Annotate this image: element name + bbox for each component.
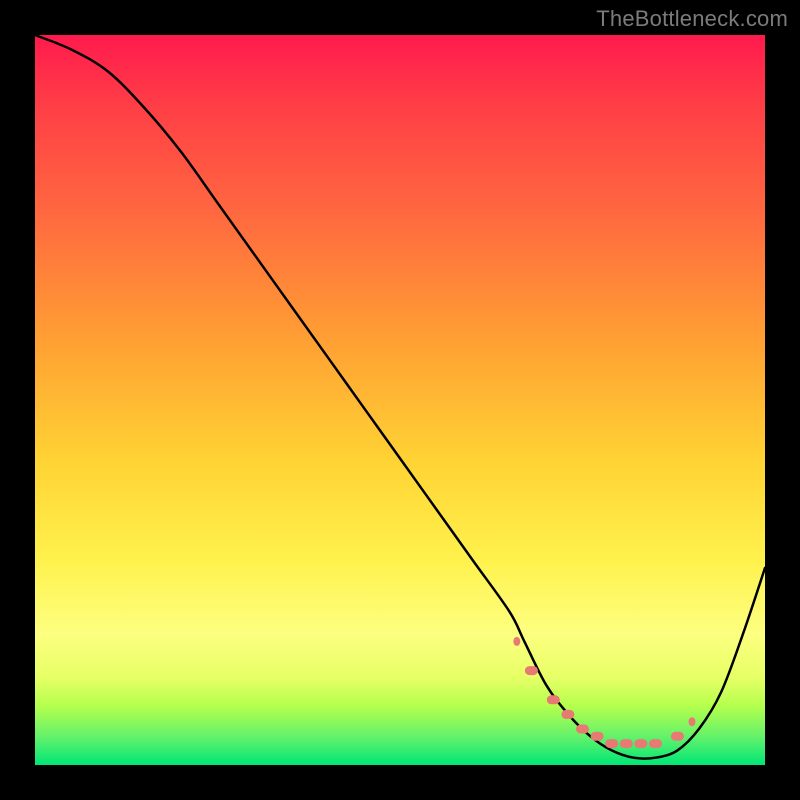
trough-marker bbox=[620, 739, 633, 748]
trough-marker bbox=[525, 666, 538, 675]
watermark-text: TheBottleneck.com bbox=[596, 6, 788, 32]
trough-marker bbox=[671, 732, 684, 741]
trough-marker bbox=[591, 732, 604, 741]
trough-marker bbox=[689, 717, 696, 726]
curve-layer bbox=[35, 35, 765, 765]
trough-marker bbox=[547, 695, 560, 704]
trough-marker bbox=[513, 637, 520, 646]
trough-marker bbox=[576, 725, 589, 734]
trough-marker bbox=[561, 710, 574, 719]
trough-marker bbox=[649, 739, 662, 748]
bottleneck-curve bbox=[35, 35, 765, 759]
trough-markers bbox=[513, 637, 695, 748]
trough-marker bbox=[605, 739, 618, 748]
plot-area bbox=[35, 35, 765, 765]
chart-frame: TheBottleneck.com bbox=[0, 0, 800, 800]
trough-marker bbox=[634, 739, 647, 748]
